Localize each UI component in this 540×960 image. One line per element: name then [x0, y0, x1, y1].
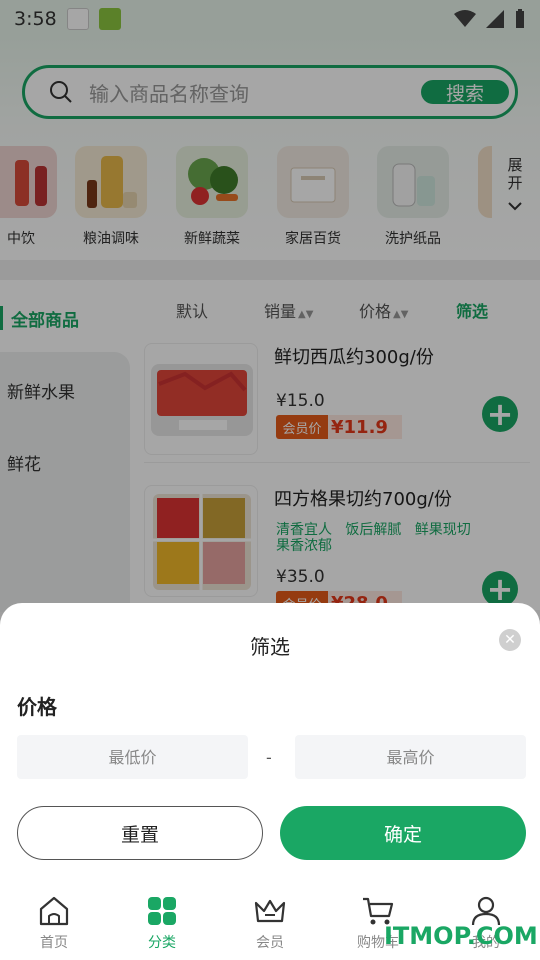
filter-sheet-title: 筛选 — [250, 635, 290, 659]
price-range-separator: - — [266, 748, 272, 767]
price-section-title: 价格 — [17, 695, 57, 719]
tab-home[interactable]: 首页 — [0, 894, 108, 952]
close-icon[interactable]: ✕ — [499, 629, 521, 651]
tab-label: 会员 — [256, 935, 284, 951]
reset-button[interactable]: 重置 — [17, 806, 263, 860]
max-price-input[interactable] — [295, 735, 526, 779]
confirm-button[interactable]: 确定 — [280, 806, 526, 860]
tab-label: 首页 — [40, 935, 68, 951]
crown-icon — [254, 899, 286, 923]
tab-label: 分类 — [148, 935, 176, 951]
category-icon — [148, 897, 176, 925]
min-price-input[interactable] — [17, 735, 248, 779]
home-icon — [39, 896, 69, 926]
tab-category[interactable]: 分类 — [108, 894, 216, 952]
tab-member[interactable]: 会员 — [216, 894, 324, 952]
watermark: ITMOP.COM — [384, 922, 538, 950]
